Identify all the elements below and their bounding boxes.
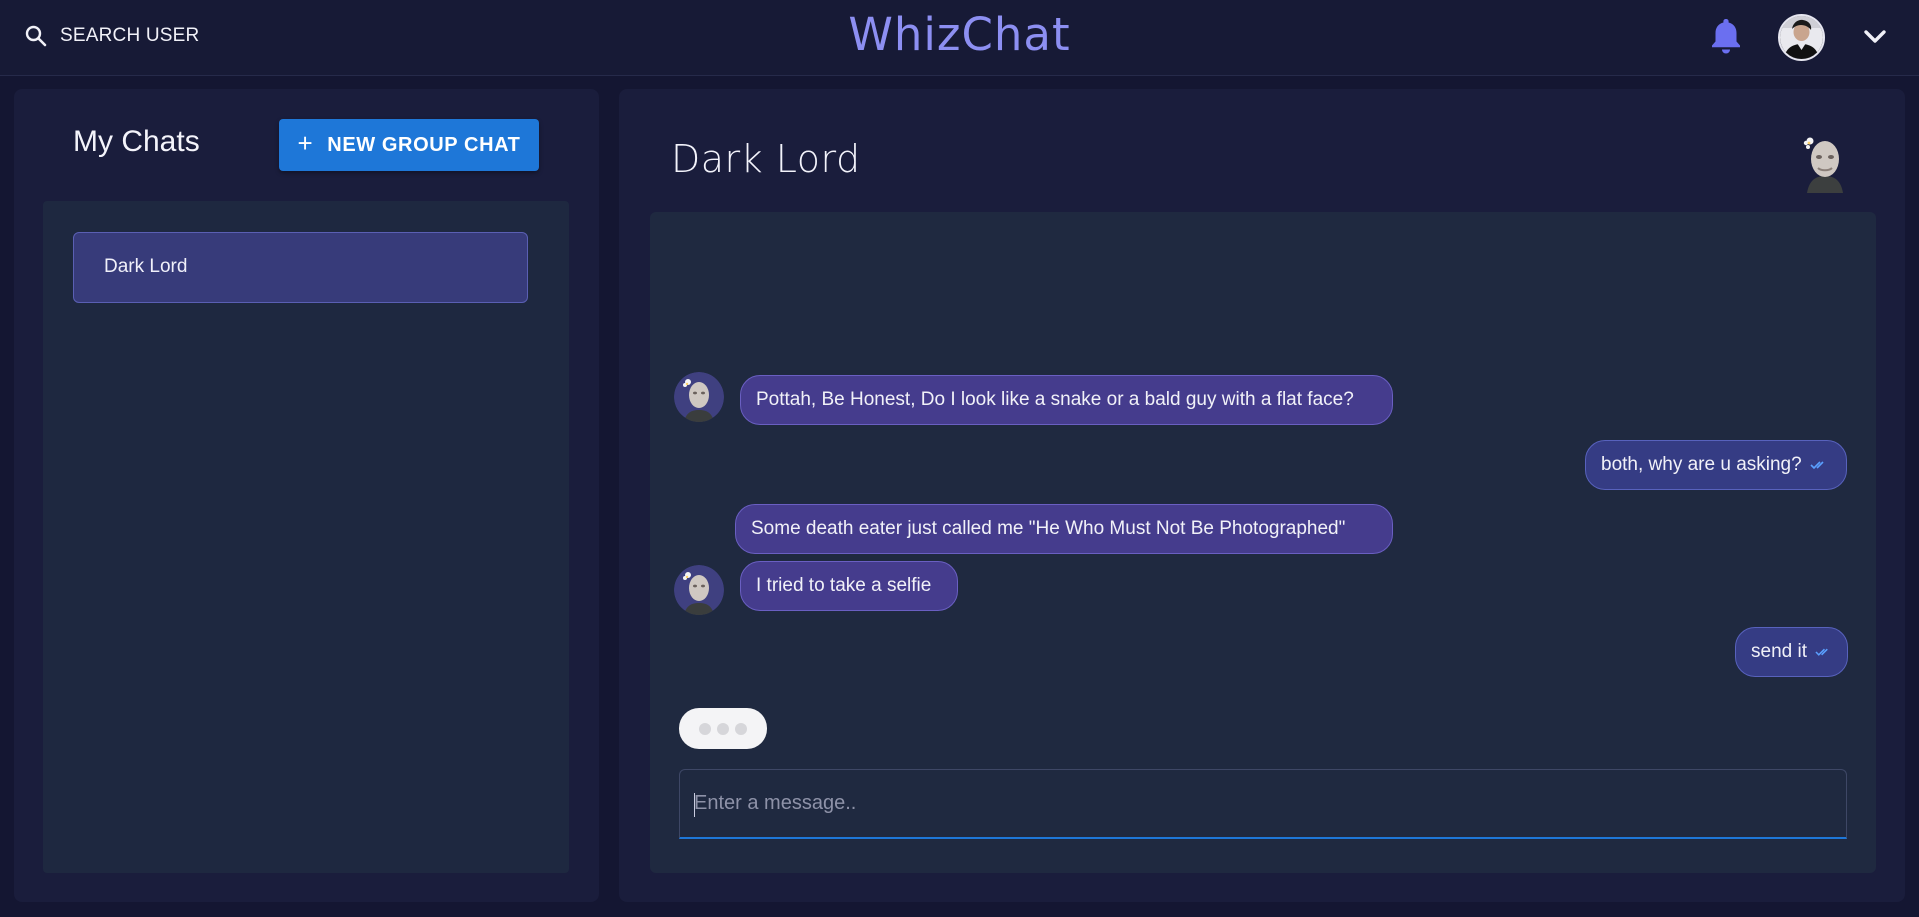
message-text: send it [1751, 641, 1807, 662]
chevron-down-icon[interactable] [1860, 24, 1890, 48]
bell-icon[interactable] [1708, 16, 1744, 56]
dark-lord-avatar[interactable] [674, 372, 724, 422]
search-user-button[interactable]: SEARCH USER [24, 22, 199, 50]
message-bubble-incoming: Pottah, Be Honest, Do I look like a snak… [740, 375, 1393, 425]
chat-list-item[interactable]: Dark Lord [73, 232, 528, 303]
new-group-chat-label: NEW GROUP CHAT [327, 133, 521, 156]
my-chats-panel: My Chats + NEW GROUP CHAT Dark Lord [14, 89, 599, 902]
new-group-chat-button[interactable]: + NEW GROUP CHAT [279, 119, 539, 171]
search-icon [25, 25, 47, 47]
message-text: both, why are u asking? [1601, 454, 1802, 475]
dark-lord-avatar[interactable] [674, 565, 724, 615]
message-text: I tried to take a selfie [756, 575, 932, 596]
typing-dot [699, 722, 711, 735]
message-bubble-outgoing: send it [1735, 627, 1848, 677]
chat-list-item-name: Dark Lord [104, 256, 188, 277]
message-text: Some death eater just called me "He Who … [751, 518, 1346, 539]
app-logo: WhizChat [848, 8, 1071, 61]
message-bubble-outgoing: both, why are u asking? [1585, 440, 1847, 490]
message-input-field[interactable] [679, 769, 1847, 839]
chat-profile-avatar[interactable] [1793, 129, 1857, 193]
read-receipt-icon [1815, 648, 1828, 656]
message-bubble-incoming: Some death eater just called me "He Who … [735, 504, 1393, 554]
plus-icon: + [297, 128, 314, 158]
my-chats-title: My Chats [73, 125, 200, 158]
message-bubble-incoming: I tried to take a selfie [740, 561, 958, 611]
chat-list: Dark Lord [43, 201, 569, 873]
message-text: Pottah, Be Honest, Do I look like a snak… [756, 389, 1354, 410]
text-caret [694, 793, 695, 817]
messages-area: Pottah, Be Honest, Do I look like a snak… [650, 212, 1876, 873]
typing-dot [735, 722, 747, 735]
typing-dot [717, 722, 729, 735]
typing-indicator [679, 708, 767, 749]
message-input[interactable] [680, 770, 1846, 837]
top-bar: SEARCH USER WhizChat [0, 0, 1919, 76]
chat-title: Dark Lord [671, 137, 861, 181]
read-receipt-icon [1810, 461, 1824, 470]
chat-panel: Dark Lord Pottah, Be Honest, Do I look l… [619, 89, 1905, 902]
search-user-label: SEARCH USER [60, 25, 200, 46]
user-avatar[interactable] [1778, 14, 1825, 61]
